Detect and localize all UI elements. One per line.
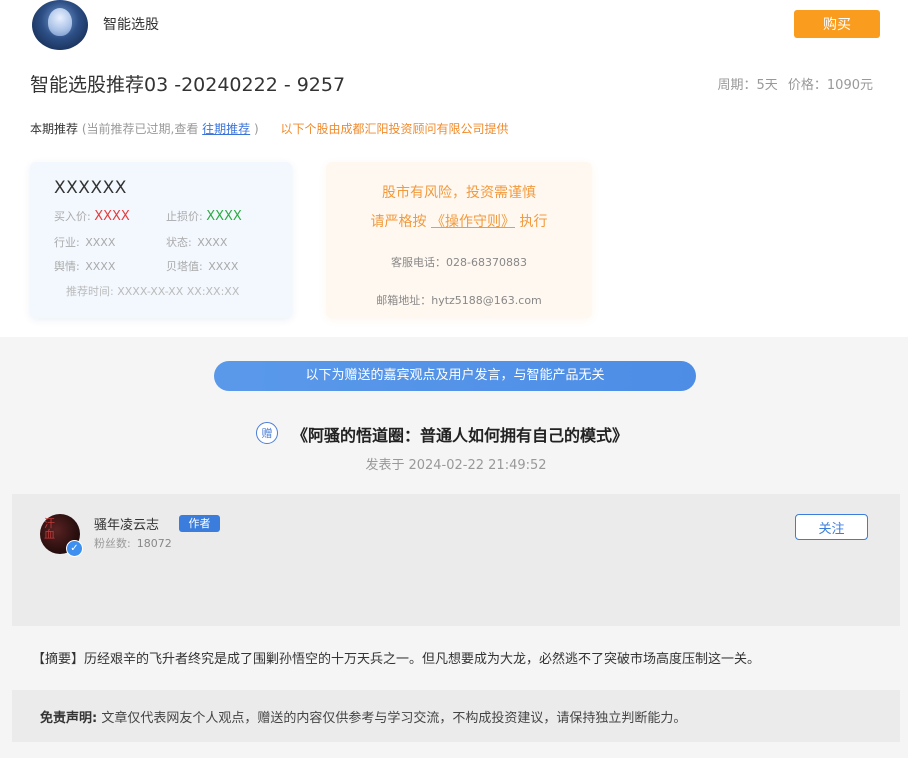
- product-title: 智能选股推荐03 -20240222 - 9257: [30, 74, 346, 96]
- stop-loss: 止损价: XXXX: [166, 209, 242, 224]
- app-name: 智能选股: [103, 17, 159, 33]
- recommendation-line: 本期推荐 (当前推荐已过期,查看 往期推荐 ) 以下个股由成都汇阳投资顾问有限公…: [30, 120, 509, 137]
- avatar[interactable]: 汗血 ✓: [40, 514, 83, 557]
- status: 状态: XXXX: [166, 236, 228, 249]
- disclaimer-box: 免责声明: 文章仅代表网友个人观点，赠送的内容仅供参考与学习交流，不构成投资建议…: [12, 690, 900, 742]
- fans-count: 粉丝数: 18072: [94, 537, 172, 550]
- author-badge: 作者: [179, 515, 220, 532]
- buy-button[interactable]: 购买: [794, 10, 880, 38]
- recommend-time: 推荐时间: XXXX-XX-XX XX:XX:XX: [66, 285, 240, 298]
- price: 价格：1090元: [787, 78, 873, 93]
- past-recommendations-link[interactable]: 往期推荐: [202, 122, 250, 136]
- service-email: 邮箱地址：hytz5188@163.com: [376, 294, 542, 307]
- disclaimer-text: 文章仅代表网友个人观点，赠送的内容仅供参考与学习交流，不构成投资建议，请保持独立…: [101, 711, 687, 726]
- buy-price: 买入价: XXXX: [54, 209, 130, 224]
- product-meta: 周期：5天 价格：1090元: [711, 74, 873, 93]
- service-phone: 客服电话：028-68370883: [391, 256, 527, 269]
- period: 周期：5天: [717, 78, 778, 93]
- article-title[interactable]: 《阿骚的悟道圈：普通人如何拥有自己的模式》: [292, 422, 628, 446]
- expired-note: (当前推荐已过期,查看: [81, 122, 199, 136]
- product-section: 智能选股 购买 智能选股推荐03 -20240222 - 9257 周期：5天 …: [0, 0, 908, 337]
- expired-note-end: ): [254, 122, 259, 136]
- risk-warning: 股市有风险，投资需谨慎: [382, 185, 536, 201]
- stock-name: XXXXXX: [54, 178, 127, 198]
- recommendation-label: 本期推荐: [30, 122, 79, 136]
- disclaimer: 免责声明: 文章仅代表网友个人观点，赠送的内容仅供参考与学习交流，不构成投资建议…: [40, 707, 686, 726]
- provider-note: 以下个股由成都汇阳投资顾问有限公司提供: [280, 122, 509, 136]
- author-card: 汗血 ✓ 骚年凌云志 作者 粉丝数: 18072 关注: [12, 494, 900, 626]
- guide-line: 请严格按 《操作守则》 执行: [370, 214, 548, 230]
- avatar-art-icon: 汗血: [44, 517, 55, 541]
- sentiment: 舆情: XXXX: [54, 260, 116, 273]
- gift-banner: 以下为赠送的嘉宾观点及用户发言，与智能产品无关: [214, 361, 696, 391]
- article-summary: 【摘要】历经艰辛的飞升者终究是成了围剿孙悟空的十万天兵之一。但凡想要成为大龙，必…: [32, 652, 761, 667]
- gift-icon: 赠: [256, 422, 278, 444]
- industry: 行业: XXXX: [54, 236, 116, 249]
- publish-time: 发表于 2024-02-22 21:49:52: [365, 458, 547, 473]
- app-logo: [32, 0, 88, 50]
- follow-button[interactable]: 关注: [795, 514, 868, 540]
- stock-card: XXXXXX 买入价: XXXX 止损价: XXXX 行业: XXXX 状态: …: [30, 162, 292, 318]
- operation-guide-link[interactable]: 《操作守则》: [431, 214, 515, 230]
- stop-loss-value: XXXX: [206, 209, 242, 224]
- verified-icon: ✓: [66, 540, 83, 557]
- risk-card: 股市有风险，投资需谨慎 请严格按 《操作守则》 执行 客服电话：028-6837…: [326, 162, 592, 318]
- beta: 贝塔值: XXXX: [166, 260, 239, 273]
- buy-price-value: XXXX: [94, 209, 130, 224]
- disclaimer-label: 免责声明:: [40, 711, 98, 726]
- author-name[interactable]: 骚年凌云志: [94, 514, 159, 533]
